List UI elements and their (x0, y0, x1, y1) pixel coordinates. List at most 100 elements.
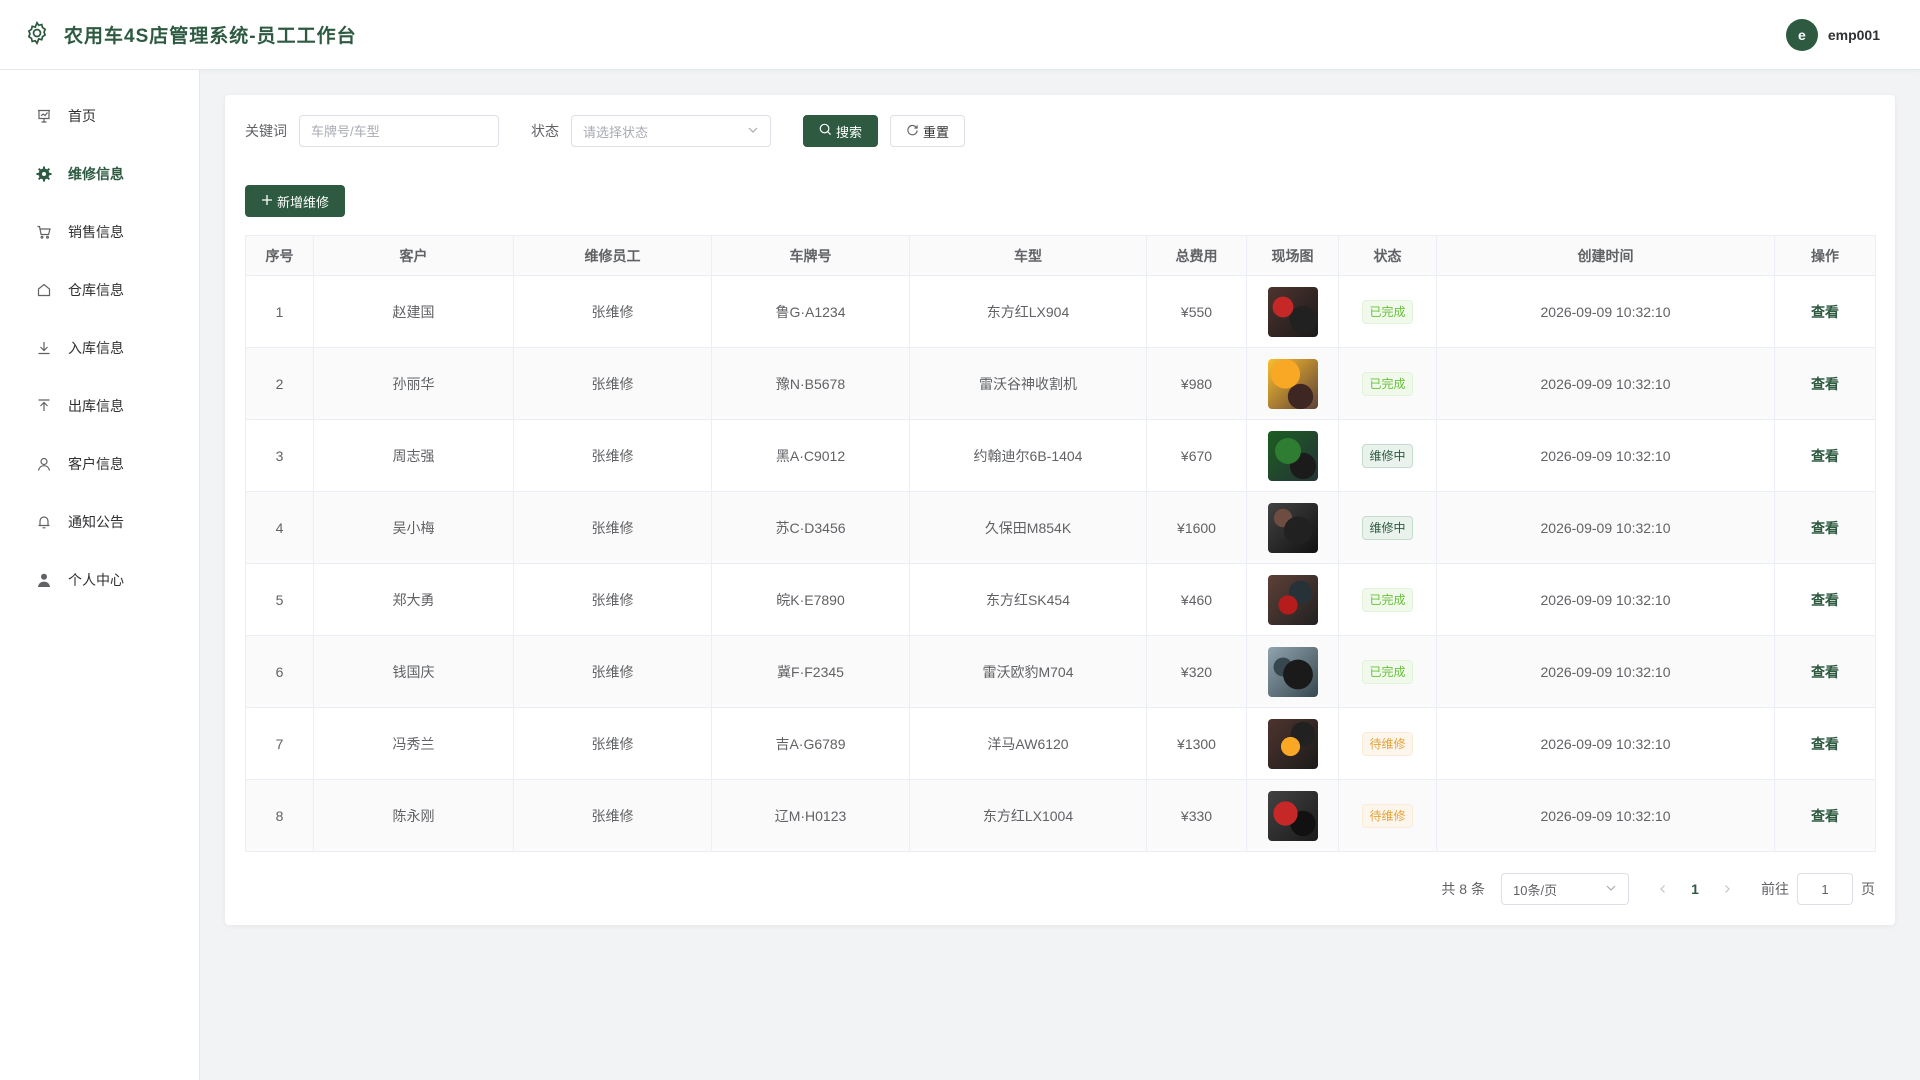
sidebar-item-8[interactable]: 个人中心 (0, 551, 199, 609)
status-badge: 待维修 (1362, 731, 1413, 756)
username[interactable]: emp001 (1828, 27, 1880, 43)
cell-cost: ¥330 (1146, 779, 1247, 852)
page-size-value: 10条/页 (1513, 882, 1558, 898)
view-button[interactable]: 查看 (1811, 664, 1839, 680)
cell-no: 4 (245, 491, 314, 564)
sidebar-item-3[interactable]: 仓库信息 (0, 261, 199, 319)
site-photo-thumbnail[interactable] (1267, 646, 1318, 697)
cart-icon (36, 224, 52, 240)
cell-photo (1246, 707, 1339, 780)
cell-created: 2026-09-09 10:32:10 (1436, 779, 1775, 852)
cell-cost: ¥460 (1146, 563, 1247, 636)
sidebar-item-0[interactable]: 首页 (0, 87, 199, 145)
keyword-label: 关键词 (245, 123, 287, 139)
cell-action: 查看 (1774, 779, 1876, 852)
site-photo-thumbnail[interactable] (1267, 574, 1318, 625)
cell-created: 2026-09-09 10:32:10 (1436, 275, 1775, 348)
site-photo-thumbnail[interactable] (1267, 718, 1318, 769)
view-button[interactable]: 查看 (1811, 376, 1839, 392)
view-button[interactable]: 查看 (1811, 304, 1839, 320)
cell-created: 2026-09-09 10:32:10 (1436, 347, 1775, 420)
sidebar-item-4[interactable]: 入库信息 (0, 319, 199, 377)
status-select[interactable]: 请选择状态 (571, 115, 771, 147)
cell-no: 5 (245, 563, 314, 636)
view-button[interactable]: 查看 (1811, 808, 1839, 824)
sidebar-item-2[interactable]: 销售信息 (0, 203, 199, 261)
page-size-select[interactable]: 10条/页 (1501, 873, 1629, 905)
table-header-row: 序号 客户 维修员工 车牌号 车型 总费用 现场图 状态 创建时间 操作 (245, 235, 1876, 276)
view-button[interactable]: 查看 (1811, 592, 1839, 608)
view-button[interactable]: 查看 (1811, 520, 1839, 536)
keyword-input[interactable] (299, 115, 499, 147)
site-photo-thumbnail[interactable] (1267, 790, 1318, 841)
column-header: 创建时间 (1436, 235, 1775, 276)
app-title: 农用车4S店管理系统-员工工作台 (64, 26, 357, 47)
search-button[interactable]: 搜索 (803, 115, 879, 147)
cell-created: 2026-09-09 10:32:10 (1436, 491, 1775, 564)
site-photo-thumbnail[interactable] (1267, 358, 1318, 409)
cell-created: 2026-09-09 10:32:10 (1436, 635, 1775, 708)
sidebar-item-label: 仓库信息 (68, 282, 124, 298)
view-button[interactable]: 查看 (1811, 448, 1839, 464)
site-photo-thumbnail[interactable] (1267, 430, 1318, 481)
cell-staff: 张维修 (513, 491, 712, 564)
cell-plate: 吉A·G6789 (711, 707, 910, 780)
column-header: 车牌号 (711, 235, 910, 276)
sidebar-item-6[interactable]: 客户信息 (0, 435, 199, 493)
table-row: 8 陈永刚 张维修 辽M·H0123 东方红LX1004 ¥330 待维修 2026-09-0… (245, 779, 1876, 852)
cell-cost: ¥980 (1146, 347, 1247, 420)
status-badge: 已完成 (1362, 587, 1413, 612)
cell-model: 久保田M854K (909, 491, 1147, 564)
cell-cost: ¥550 (1146, 275, 1247, 348)
house-icon (36, 282, 52, 298)
page-number-current[interactable]: 1 (1679, 881, 1711, 897)
sidebar-item-1[interactable]: 维修信息 (0, 145, 199, 203)
status-badge: 已完成 (1362, 371, 1413, 396)
sidebar-item-7[interactable]: 通知公告 (0, 493, 199, 551)
cell-created: 2026-09-09 10:32:10 (1436, 419, 1775, 492)
column-header: 总费用 (1146, 235, 1247, 276)
cell-no: 1 (245, 275, 314, 348)
table-row: 5 郑大勇 张维修 皖K·E7890 东方红SK454 ¥460 已完成 2026-09-09… (245, 563, 1876, 636)
cell-plate: 辽M·H0123 (711, 779, 910, 852)
cell-status: 待维修 (1338, 779, 1437, 852)
avatar[interactable]: e (1785, 18, 1818, 51)
user-menu[interactable]: e emp001 (1785, 18, 1880, 51)
gear-icon (24, 20, 50, 49)
column-header: 维修员工 (513, 235, 712, 276)
prev-page-button[interactable] (1647, 884, 1679, 894)
add-repair-button[interactable]: 新增维修 (245, 185, 346, 217)
next-page-button[interactable] (1711, 884, 1743, 894)
column-header: 现场图 (1246, 235, 1339, 276)
toolbar: 新增维修 (245, 185, 1875, 217)
cell-no: 8 (245, 779, 314, 852)
cell-action: 查看 (1774, 491, 1876, 564)
cell-cost: ¥670 (1146, 419, 1247, 492)
column-header: 客户 (313, 235, 514, 276)
repair-table: 序号 客户 维修员工 车牌号 车型 总费用 现场图 状态 创建时间 操作 1 赵建国 张维修 鲁G·A1… (245, 235, 1876, 852)
goto-page-input[interactable] (1797, 873, 1853, 905)
main-card: 关键词 状态 请选择状态 搜索 重置 新增维修 序号客户维修员工车牌号车型总费用… (225, 95, 1895, 925)
cell-cost: ¥1600 (1146, 491, 1247, 564)
goto-label: 前往 (1761, 881, 1789, 897)
cell-no: 7 (245, 707, 314, 780)
sidebar-item-5[interactable]: 出库信息 (0, 377, 199, 435)
cell-model: 洋马AW6120 (909, 707, 1147, 780)
filter-bar: 关键词 状态 请选择状态 搜索 重置 (245, 115, 1875, 147)
upload-icon (36, 398, 52, 414)
cell-staff: 张维修 (513, 419, 712, 492)
cell-status: 待维修 (1338, 707, 1437, 780)
cell-customer: 冯秀兰 (313, 707, 514, 780)
reset-button[interactable]: 重置 (890, 115, 966, 147)
cell-photo (1246, 347, 1339, 420)
sidebar-item-label: 维修信息 (68, 166, 124, 182)
site-photo-thumbnail[interactable] (1267, 502, 1318, 553)
view-button[interactable]: 查看 (1811, 736, 1839, 752)
cell-no: 2 (245, 347, 314, 420)
pagination-total: 共 8 条 (1441, 881, 1485, 897)
table-row: 6 钱国庆 张维修 冀F·F2345 雷沃欧豹M704 ¥320 已完成 2026-09-09… (245, 635, 1876, 708)
cell-staff: 张维修 (513, 275, 712, 348)
cell-plate: 鲁G·A1234 (711, 275, 910, 348)
cell-created: 2026-09-09 10:32:10 (1436, 707, 1775, 780)
site-photo-thumbnail[interactable] (1267, 286, 1318, 337)
